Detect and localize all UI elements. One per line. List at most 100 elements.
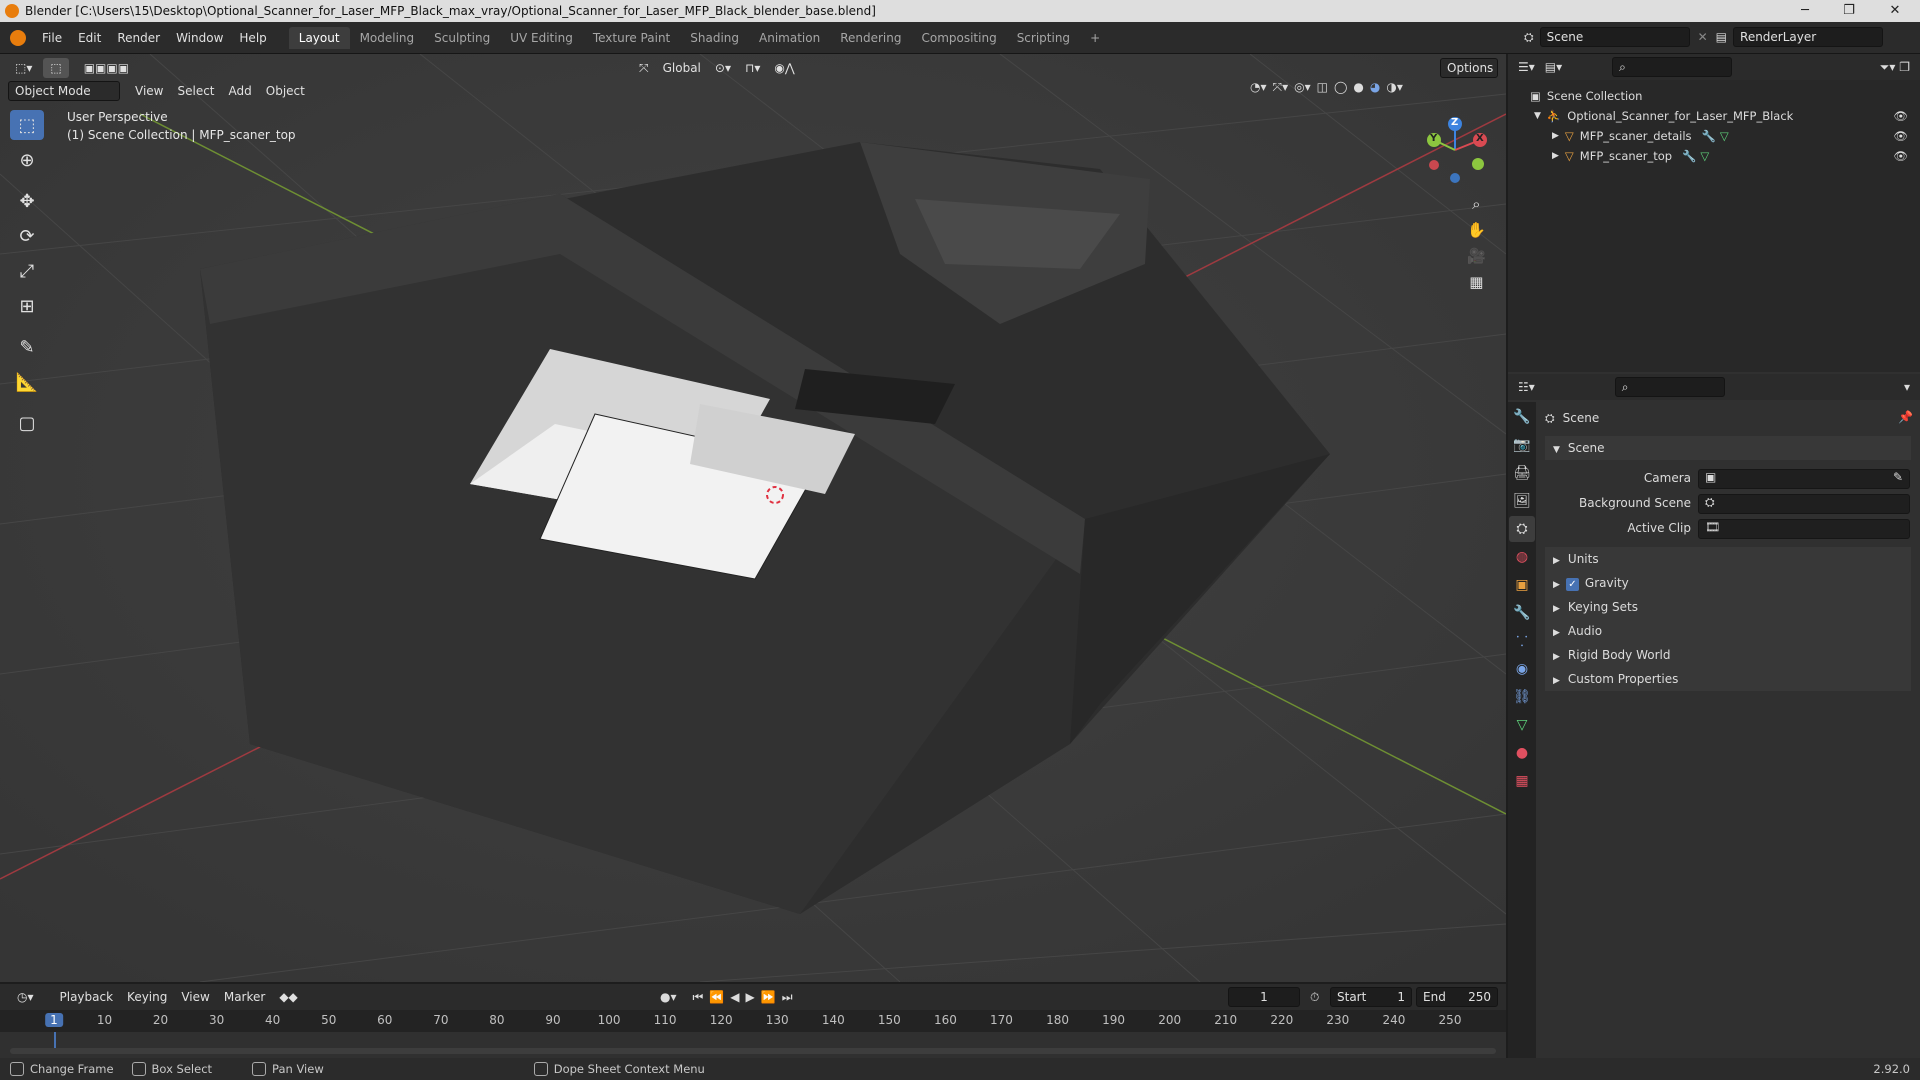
- menu-window[interactable]: Window: [168, 27, 231, 49]
- properties-options-icon[interactable]: ▾: [1904, 380, 1910, 394]
- tab-animation[interactable]: Animation: [749, 27, 830, 49]
- jump-end-icon[interactable]: ⏭: [782, 990, 793, 1005]
- tab-sculpting[interactable]: Sculpting: [424, 27, 500, 49]
- pan-hand-icon[interactable]: ✋: [1467, 221, 1486, 239]
- panel-expand-icon[interactable]: ▶: [1553, 628, 1560, 638]
- orientation-selector[interactable]: Global: [656, 58, 708, 78]
- outliner-object-row[interactable]: ▶ ▽ MFP_scaner_details 🔧 ▽ 👁: [1530, 126, 1920, 146]
- outliner-search-input[interactable]: ⌕: [1612, 57, 1733, 77]
- current-frame-field[interactable]: 1: [1228, 987, 1300, 1007]
- proportional-edit-icon[interactable]: ◉⋀: [767, 58, 801, 78]
- viewport-menu-select[interactable]: Select: [170, 81, 221, 101]
- camera-field[interactable]: ▣ ✎: [1698, 469, 1910, 489]
- timeline-menu-keying[interactable]: Keying: [120, 987, 174, 1007]
- tab-uv-editing[interactable]: UV Editing: [500, 27, 583, 49]
- view-layer-selector[interactable]: RenderLayer: [1733, 27, 1884, 47]
- viewport-scene[interactable]: [0, 54, 1506, 982]
- subpanel-units[interactable]: ▶ Units: [1545, 547, 1911, 571]
- overlay-icon[interactable]: ◎▾: [1294, 80, 1311, 95]
- camera-view-icon[interactable]: 🎥: [1467, 247, 1486, 265]
- next-keyframe-icon[interactable]: ⏩: [761, 990, 776, 1004]
- menu-file[interactable]: File: [34, 27, 70, 49]
- prev-keyframe-icon[interactable]: ⏪: [709, 990, 724, 1004]
- timeline-editor-icon[interactable]: ◷▾: [10, 987, 41, 1007]
- transform-icon[interactable]: ⊞: [10, 291, 44, 321]
- cursor-icon[interactable]: ⊕: [10, 145, 44, 175]
- menu-render[interactable]: Render: [109, 27, 168, 49]
- 3d-viewport[interactable]: [0, 54, 1506, 982]
- view-layer-props-icon[interactable]: 🖼: [1509, 488, 1535, 514]
- tab-shading[interactable]: Shading: [680, 27, 749, 49]
- scene-selector[interactable]: Scene: [1539, 27, 1690, 47]
- panel-expand-icon[interactable]: ▶: [1553, 604, 1560, 614]
- tab-layout[interactable]: Layout: [288, 26, 350, 49]
- properties-editor-icon[interactable]: ☷▾: [1518, 380, 1535, 394]
- add-workspace-button[interactable]: +: [1080, 27, 1110, 49]
- expand-arrow-icon[interactable]: ▶: [1552, 146, 1559, 166]
- tab-modeling[interactable]: Modeling: [350, 27, 425, 49]
- move-icon[interactable]: ✥: [10, 186, 44, 216]
- tab-rendering[interactable]: Rendering: [830, 27, 911, 49]
- shading-solid-icon[interactable]: ●: [1353, 80, 1363, 95]
- subpanel-audio[interactable]: ▶ Audio: [1545, 619, 1911, 643]
- panel-expand-icon[interactable]: ▶: [1553, 580, 1560, 590]
- visibility-icon[interactable]: ◔▾: [1250, 80, 1267, 95]
- expand-arrow-icon[interactable]: ▼: [1534, 106, 1541, 126]
- tool-settings-icon[interactable]: 🔧: [1509, 404, 1535, 430]
- menu-help[interactable]: Help: [231, 27, 274, 49]
- mode-selector[interactable]: Object Mode: [8, 81, 120, 101]
- material-props-icon[interactable]: ●: [1509, 740, 1535, 766]
- pin-icon[interactable]: 📌: [1898, 410, 1913, 424]
- tab-scripting[interactable]: Scripting: [1007, 27, 1080, 49]
- render-props-icon[interactable]: 📷: [1509, 432, 1535, 458]
- timeline-menu-view[interactable]: View: [174, 987, 216, 1007]
- viewport-menu-object[interactable]: Object: [259, 81, 312, 101]
- timeline-menu-playback[interactable]: Playback: [53, 987, 121, 1007]
- panel-expand-icon[interactable]: ▶: [1553, 676, 1560, 686]
- rotate-icon[interactable]: ⟳: [10, 221, 44, 251]
- outliner-editor-icon[interactable]: ☰▾: [1518, 60, 1535, 74]
- subpanel-gravity[interactable]: ▶ ✓ Gravity: [1545, 571, 1911, 595]
- object-props-icon[interactable]: ▣: [1509, 572, 1535, 598]
- auto-keying-icon[interactable]: ●▾: [660, 990, 677, 1004]
- selection-mode-buttons[interactable]: ▣▣▣▣: [77, 58, 136, 78]
- preview-range-icon[interactable]: ⏱: [1310, 990, 1319, 1005]
- outliner-scene-collection[interactable]: ▣ Scene Collection: [1530, 86, 1920, 106]
- timeline-scrollbar[interactable]: [10, 1048, 1496, 1054]
- annotate-icon[interactable]: ✎: [10, 332, 44, 362]
- particles-props-icon[interactable]: ⸪: [1509, 628, 1535, 654]
- timeline-ruler[interactable]: 1 10 20 30 40 50 60 70 80 90 100 110 120 130 140 150 160…: [0, 1010, 1506, 1032]
- visibility-eye-icon[interactable]: 👁: [1893, 126, 1908, 146]
- ortho-grid-icon[interactable]: ▦: [1469, 273, 1483, 291]
- jump-start-icon[interactable]: ⏮: [693, 990, 704, 1005]
- shading-material-icon[interactable]: ◕: [1370, 80, 1380, 95]
- modifier-props-icon[interactable]: 🔧: [1509, 600, 1535, 626]
- play-reverse-icon[interactable]: ◀: [730, 990, 739, 1004]
- background-scene-field[interactable]: ⛭: [1698, 494, 1910, 514]
- outliner-collection-row[interactable]: ▼ ⛹ Optional_Scanner_for_Laser_MFP_Black…: [1530, 106, 1920, 126]
- keyframe-nav-icon[interactable]: ◆◆: [272, 987, 304, 1007]
- outliner-filter-icon[interactable]: ⏷▾ ❐: [1880, 60, 1910, 75]
- gravity-checkbox[interactable]: ✓: [1565, 578, 1579, 591]
- properties-search-input[interactable]: ⌕: [1614, 377, 1725, 397]
- select-mode-icon[interactable]: ⬚: [43, 58, 69, 78]
- constraints-props-icon[interactable]: ⛓: [1509, 684, 1535, 710]
- close-icon[interactable]: ✕: [1872, 0, 1918, 22]
- xray-icon[interactable]: ◫: [1317, 80, 1328, 95]
- expand-arrow-icon[interactable]: ▶: [1552, 126, 1559, 146]
- output-props-icon[interactable]: 🖨: [1509, 460, 1535, 486]
- subpanel-rigid-body-world[interactable]: ▶ Rigid Body World: [1545, 643, 1911, 667]
- editor-type-icon[interactable]: ⬚▾: [8, 58, 39, 78]
- end-frame-field[interactable]: End 250: [1416, 987, 1498, 1007]
- timeline-menu-marker[interactable]: Marker: [217, 987, 272, 1007]
- scene-panel-header[interactable]: ▼ Scene: [1545, 436, 1911, 460]
- world-props-icon[interactable]: ◍: [1509, 544, 1535, 570]
- scene-props-icon[interactable]: ⛭: [1509, 516, 1535, 542]
- panel-collapse-icon[interactable]: ▼: [1553, 445, 1560, 455]
- tab-compositing[interactable]: Compositing: [911, 27, 1006, 49]
- playhead-line[interactable]: [54, 1032, 56, 1048]
- visibility-eye-icon[interactable]: 👁: [1893, 146, 1908, 166]
- scene-close-icon[interactable]: ✕: [1698, 30, 1708, 44]
- outliner-object-row[interactable]: ▶ ▽ MFP_scaner_top 🔧 ▽ 👁: [1530, 146, 1920, 166]
- texture-props-icon[interactable]: ▦: [1509, 768, 1535, 794]
